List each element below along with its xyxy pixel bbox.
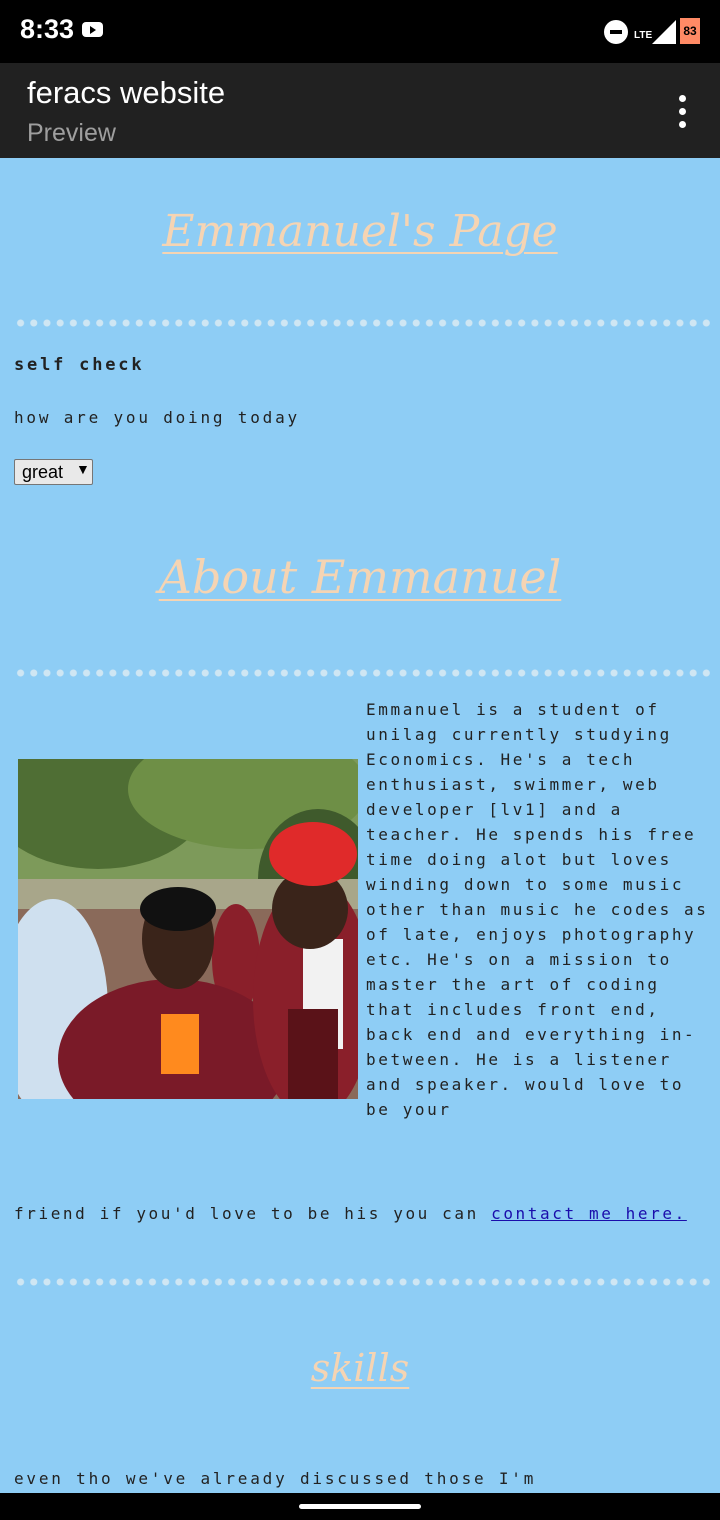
- status-bar: 8:33 LTE 83: [0, 0, 720, 63]
- home-gesture-handle[interactable]: [299, 1504, 421, 1509]
- self-check-question: how are you doing today: [14, 408, 300, 427]
- more-vertical-icon-dot: [679, 108, 686, 115]
- dotted-divider: [14, 318, 714, 328]
- app-subtitle: Preview: [27, 119, 116, 147]
- battery-icon: 83: [680, 18, 700, 44]
- profile-photo: [18, 759, 358, 1099]
- navigation-bar: [0, 1493, 720, 1520]
- profile-photo-image: [18, 759, 358, 1099]
- network-type: LTE: [634, 30, 653, 41]
- web-preview[interactable]: Emmanuel's Page self check how are you d…: [0, 158, 720, 1493]
- dotted-divider: [14, 668, 714, 678]
- self-check-heading: self check: [14, 355, 145, 375]
- contact-link[interactable]: contact me here.: [491, 1204, 687, 1223]
- about-heading: About Emmanuel: [158, 550, 562, 604]
- page-title: Emmanuel's Page: [162, 206, 558, 257]
- mood-select[interactable]: great ▼: [14, 459, 93, 485]
- signal-icon: [652, 20, 676, 44]
- youtube-notification-icon: [82, 22, 103, 37]
- about-bio-continued: friend if you'd love to be his you can c…: [14, 1201, 714, 1226]
- status-time: 8:33: [20, 14, 75, 44]
- do-not-disturb-icon: [604, 20, 628, 44]
- skills-heading: skills: [310, 1346, 410, 1390]
- about-bio: Emmanuel is a student of unilag currentl…: [366, 700, 709, 1119]
- dropdown-arrow-icon: ▼: [76, 461, 90, 477]
- app-title: feracs website: [27, 75, 226, 110]
- more-vertical-icon-dot: [679, 121, 686, 128]
- about-bio-continued-text: friend if you'd love to be his you can: [14, 1204, 492, 1223]
- app-bar: feracs website Preview: [0, 63, 720, 158]
- skills-intro: even tho we've already discussed those I…: [14, 1469, 537, 1488]
- mood-select-value: great: [22, 462, 64, 482]
- more-vertical-icon: [679, 95, 686, 102]
- overflow-menu-button[interactable]: [668, 95, 698, 129]
- dotted-divider: [14, 1277, 714, 1287]
